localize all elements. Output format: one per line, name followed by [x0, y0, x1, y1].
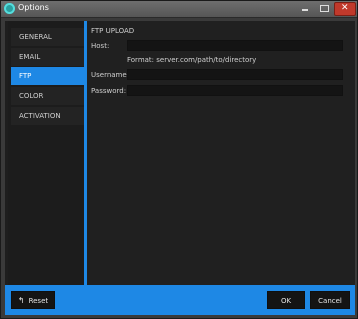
password-label: Password: [91, 87, 127, 95]
host-label: Host: [91, 42, 110, 50]
sidebar-item-color[interactable]: COLOR [11, 87, 84, 105]
footer-bar: ↰ Reset OK Cancel [5, 285, 355, 315]
close-button[interactable]: ✕ [334, 2, 356, 16]
username-input[interactable] [127, 69, 343, 80]
sidebar-item-general[interactable]: GENERAL [11, 28, 84, 46]
ok-button[interactable]: OK [267, 291, 305, 309]
window-title: Options [18, 3, 49, 12]
close-icon: ✕ [341, 3, 349, 13]
sidebar-item-ftp[interactable]: FTP [11, 67, 84, 85]
minimize-button[interactable] [296, 2, 314, 14]
maximize-button[interactable] [315, 2, 333, 14]
password-input[interactable] [127, 85, 343, 96]
username-label: Username: [91, 71, 130, 79]
title-bar[interactable]: Options ✕ [1, 1, 357, 18]
app-icon [4, 3, 15, 14]
sidebar: GENERAL EMAIL FTP COLOR ACTIVATION [8, 21, 84, 285]
ftp-panel: FTP UPLOAD Host: Format: server.com/path… [87, 21, 355, 285]
reset-button[interactable]: ↰ Reset [11, 291, 55, 309]
host-input[interactable] [127, 40, 343, 51]
minimize-icon [302, 9, 308, 11]
maximize-icon [320, 5, 329, 12]
sidebar-item-email[interactable]: EMAIL [11, 48, 84, 66]
reset-label: Reset [28, 297, 49, 305]
section-title: FTP UPLOAD [91, 27, 135, 35]
options-window: Options ✕ GENERAL EMAIL FTP COLOR ACTIVA… [0, 0, 358, 319]
sidebar-item-activation[interactable]: ACTIVATION [11, 107, 84, 125]
undo-arrow-icon: ↰ [17, 296, 25, 305]
cancel-button[interactable]: Cancel [310, 291, 350, 309]
dialog-body: GENERAL EMAIL FTP COLOR ACTIVATION FTP U… [5, 21, 355, 315]
format-hint: Format: server.com/path/to/directory [127, 56, 257, 64]
